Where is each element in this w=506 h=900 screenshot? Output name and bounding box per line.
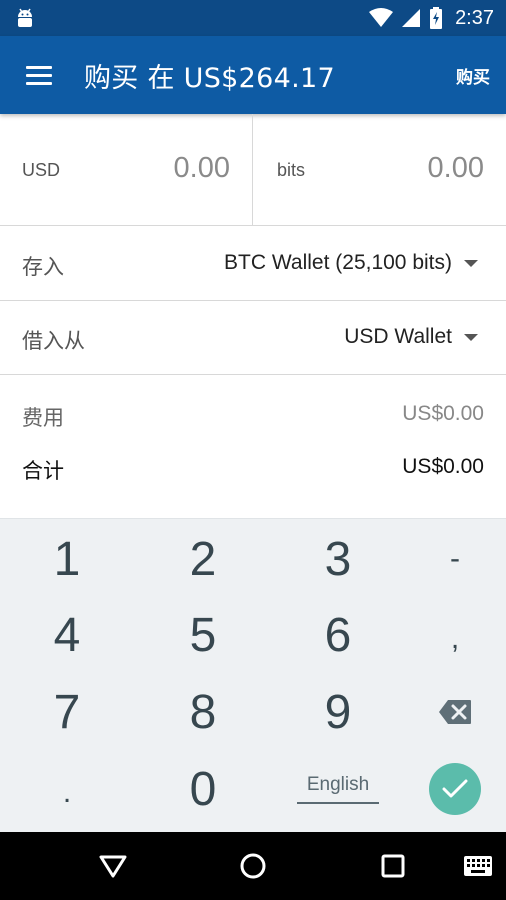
language-label: English bbox=[296, 774, 380, 804]
key-decimal[interactable]: . bbox=[4, 755, 130, 831]
dropdown-arrow-icon bbox=[464, 259, 478, 267]
fiat-amount-value: 0.00 bbox=[173, 152, 230, 184]
buy-button[interactable]: 购买 bbox=[456, 63, 490, 88]
app-bar: 购买 在 US$264.17 购买 bbox=[0, 36, 506, 114]
deposit-select[interactable]: 存入 BTC Wallet (25,100 bits) bbox=[0, 227, 506, 301]
status-time: 2:37 bbox=[455, 6, 494, 29]
fiat-amount-field[interactable]: USD 0.00 bbox=[0, 114, 253, 226]
borrow-label: 借入从 bbox=[22, 329, 85, 353]
battery-charging-icon bbox=[430, 7, 443, 29]
backspace-key[interactable] bbox=[392, 674, 506, 750]
key-0[interactable]: 0 bbox=[140, 751, 266, 827]
crypto-amount-field[interactable]: bits 0.00 bbox=[253, 114, 506, 226]
wifi-icon bbox=[369, 8, 394, 27]
key-7[interactable]: 7 bbox=[4, 674, 130, 750]
deposit-selected-text: BTC Wallet (25,100 bits) bbox=[224, 251, 452, 274]
total-value: US$0.00 bbox=[402, 455, 484, 478]
key-9[interactable]: 9 bbox=[275, 674, 401, 750]
key-minus[interactable]: - bbox=[392, 521, 506, 597]
home-circle-icon bbox=[240, 853, 266, 879]
keyboard-switch-button[interactable] bbox=[458, 850, 498, 882]
key-1[interactable]: 1 bbox=[4, 521, 130, 597]
key-2[interactable]: 2 bbox=[140, 521, 266, 597]
total-label: 合计 bbox=[22, 459, 64, 483]
borrow-selected-wallet[interactable]: USD Wallet bbox=[344, 325, 478, 349]
key-4[interactable]: 4 bbox=[4, 597, 130, 673]
numeric-keypad: 1 2 3 - 4 5 6 , 7 8 9 . 0 English bbox=[0, 518, 506, 832]
fee-row: 费用 US$0.00 bbox=[0, 396, 506, 436]
borrow-selected-text: USD Wallet bbox=[344, 325, 452, 348]
android-icon bbox=[18, 8, 32, 27]
recents-square-icon bbox=[381, 854, 405, 878]
checkmark-button[interactable] bbox=[429, 763, 481, 815]
language-switch[interactable]: English bbox=[275, 751, 401, 827]
done-button[interactable] bbox=[392, 751, 506, 827]
amount-row: USD 0.00 bits 0.00 bbox=[0, 114, 506, 226]
cell-signal-icon bbox=[402, 9, 421, 27]
key-5[interactable]: 5 bbox=[140, 597, 266, 673]
home-button[interactable] bbox=[233, 850, 273, 882]
fee-value: US$0.00 bbox=[402, 402, 484, 425]
key-6[interactable]: 6 bbox=[275, 597, 401, 673]
checkmark-icon bbox=[442, 779, 468, 798]
key-comma[interactable]: , bbox=[392, 601, 506, 677]
fee-label: 费用 bbox=[22, 406, 64, 430]
key-8[interactable]: 8 bbox=[140, 674, 266, 750]
status-bar: 2:37 bbox=[0, 0, 506, 36]
back-button[interactable] bbox=[93, 850, 133, 882]
total-row: 合计 US$0.00 bbox=[0, 449, 506, 489]
page-title: 购买 在 US$264.17 bbox=[84, 63, 335, 94]
deposit-label: 存入 bbox=[22, 255, 64, 279]
dropdown-arrow-icon bbox=[464, 333, 478, 341]
navigation-bar bbox=[0, 832, 506, 900]
key-3[interactable]: 3 bbox=[275, 521, 401, 597]
backspace-icon bbox=[439, 700, 471, 724]
crypto-currency-label: bits bbox=[277, 160, 306, 180]
fiat-currency-label: USD bbox=[22, 160, 61, 180]
crypto-amount-value: 0.00 bbox=[427, 152, 484, 184]
recents-button[interactable] bbox=[373, 850, 413, 882]
deposit-selected-wallet[interactable]: BTC Wallet (25,100 bits) bbox=[224, 251, 478, 275]
keyboard-icon bbox=[464, 856, 492, 876]
menu-icon[interactable] bbox=[22, 58, 56, 92]
back-triangle-icon bbox=[99, 855, 127, 878]
borrow-select[interactable]: 借入从 USD Wallet bbox=[0, 301, 506, 375]
